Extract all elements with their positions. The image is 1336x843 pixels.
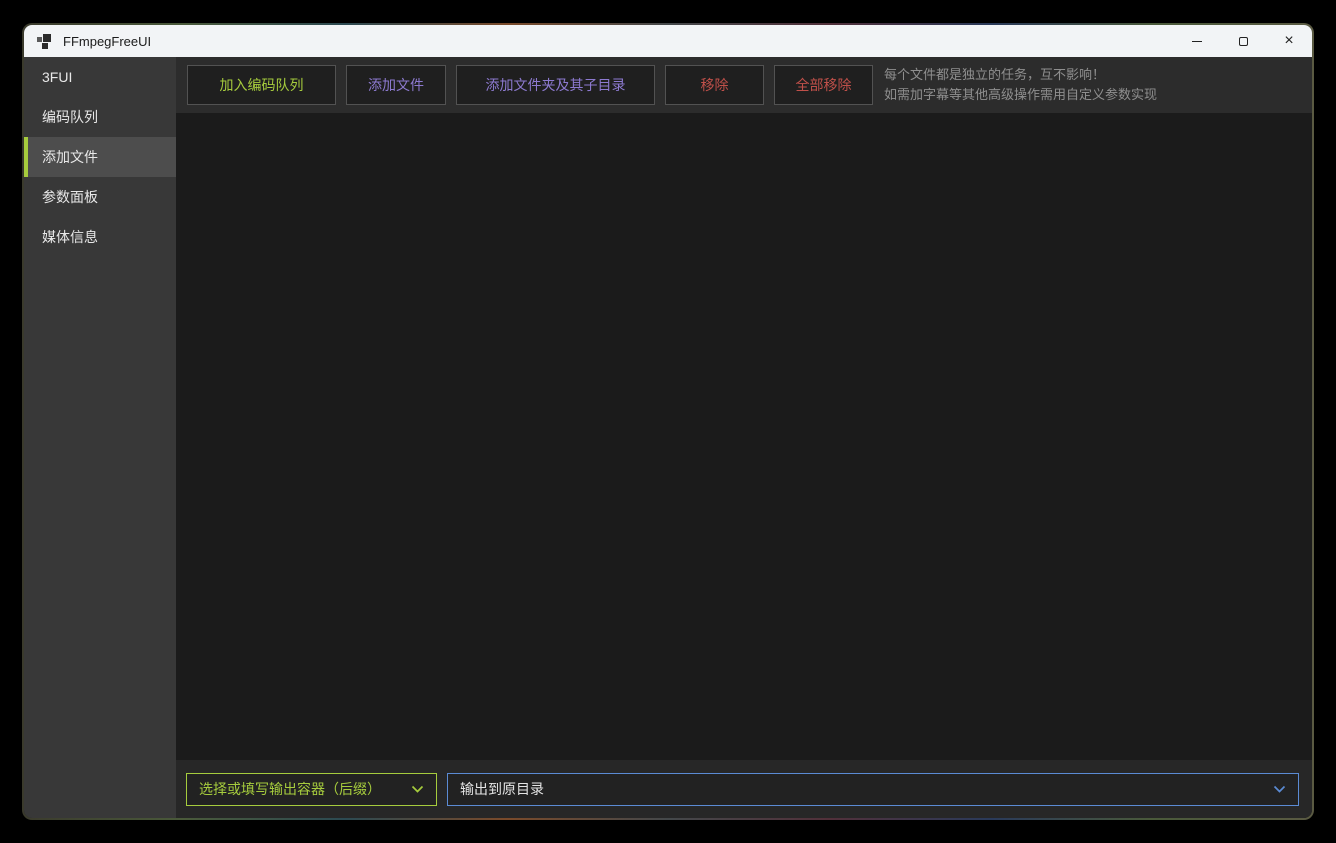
app-logo-icon bbox=[37, 33, 53, 49]
close-icon: × bbox=[1284, 33, 1293, 49]
chevron-down-icon bbox=[1273, 785, 1286, 794]
chevron-down-icon bbox=[411, 785, 424, 794]
sidebar-item-label: 3FUI bbox=[42, 69, 72, 85]
app-body: 3FUI 编码队列 添加文件 参数面板 媒体信息 bbox=[24, 57, 1312, 818]
hint-line-1: 每个文件都是独立的任务，互不影响！ bbox=[884, 65, 1157, 85]
output-directory-select-value: 输出到原目录 bbox=[460, 779, 544, 799]
sidebar-item-label: 编码队列 bbox=[42, 107, 98, 127]
maximize-icon bbox=[1239, 37, 1248, 46]
sidebar-item-label: 添加文件 bbox=[42, 147, 98, 167]
sidebar-item-encode-queue[interactable]: 编码队列 bbox=[24, 97, 176, 137]
maximize-button[interactable] bbox=[1220, 25, 1266, 57]
add-to-encode-queue-button[interactable]: 加入编码队列 bbox=[187, 65, 336, 105]
sidebar: 3FUI 编码队列 添加文件 参数面板 媒体信息 bbox=[24, 57, 176, 818]
file-list-area[interactable] bbox=[176, 113, 1312, 760]
active-indicator bbox=[24, 137, 28, 177]
toolbar: 加入编码队列 添加文件 添加文件夹及其子目录 移除 全部移除 每个文件都是独立的… bbox=[176, 57, 1312, 113]
output-directory-select[interactable]: 输出到原目录 bbox=[447, 773, 1299, 806]
sidebar-item-media-info[interactable]: 媒体信息 bbox=[24, 217, 176, 257]
sidebar-item-add-files[interactable]: 添加文件 bbox=[24, 137, 176, 177]
sidebar-item-3fui[interactable]: 3FUI bbox=[24, 57, 176, 97]
hint-line-2: 如需加字幕等其他高级操作需用自定义参数实现 bbox=[884, 85, 1157, 105]
sidebar-item-parameter-panel[interactable]: 参数面板 bbox=[24, 177, 176, 217]
output-container-select[interactable]: 选择或填写输出容器（后缀） bbox=[186, 773, 437, 806]
minimize-button[interactable] bbox=[1174, 25, 1220, 57]
sidebar-item-label: 参数面板 bbox=[42, 187, 98, 207]
main-column: 加入编码队列 添加文件 添加文件夹及其子目录 移除 全部移除 每个文件都是独立的… bbox=[176, 57, 1312, 818]
remove-all-button[interactable]: 全部移除 bbox=[774, 65, 873, 105]
titlebar: FFmpegFreeUI × bbox=[24, 25, 1312, 57]
sidebar-item-label: 媒体信息 bbox=[42, 227, 98, 247]
app-window: FFmpegFreeUI × 3FUI 编码队列 添加文件 参数面 bbox=[24, 25, 1312, 818]
minimize-icon bbox=[1192, 41, 1202, 42]
bottom-bar: 选择或填写输出容器（后缀） 输出到原目录 bbox=[176, 760, 1312, 818]
close-button[interactable]: × bbox=[1266, 25, 1312, 57]
toolbar-hint-text: 每个文件都是独立的任务，互不影响！ 如需加字幕等其他高级操作需用自定义参数实现 bbox=[884, 65, 1157, 105]
add-folder-recursive-button[interactable]: 添加文件夹及其子目录 bbox=[456, 65, 655, 105]
window-title: FFmpegFreeUI bbox=[63, 34, 151, 49]
add-files-button[interactable]: 添加文件 bbox=[346, 65, 446, 105]
desktop-wallpaper-edge: FFmpegFreeUI × 3FUI 编码队列 添加文件 参数面 bbox=[22, 23, 1314, 820]
remove-button[interactable]: 移除 bbox=[665, 65, 764, 105]
output-container-select-value: 选择或填写输出容器（后缀） bbox=[199, 779, 381, 799]
